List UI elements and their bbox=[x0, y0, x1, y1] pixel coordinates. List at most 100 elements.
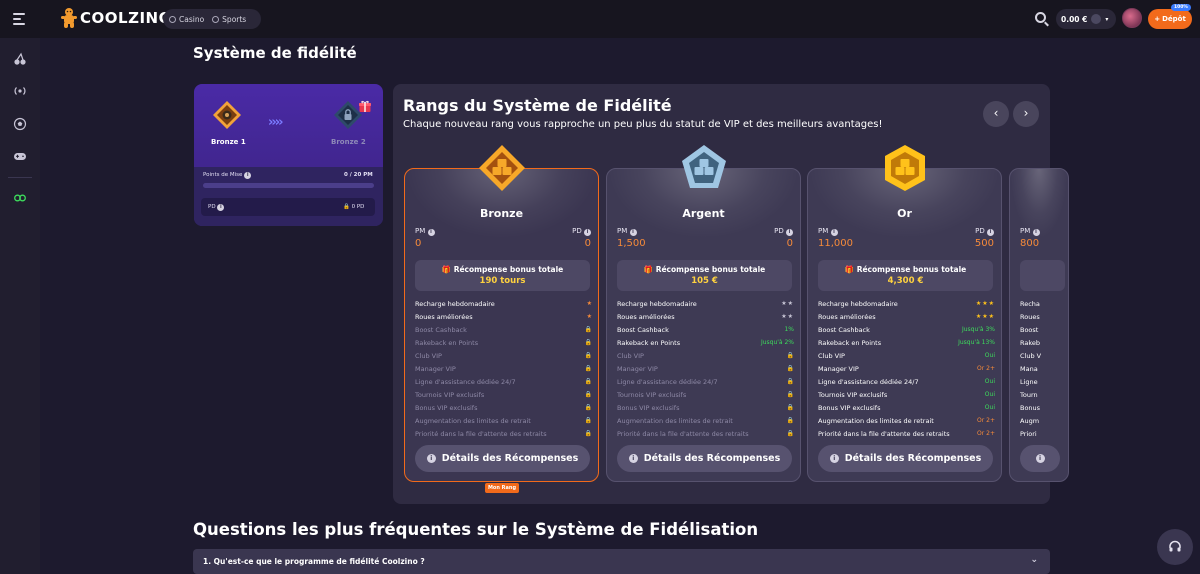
logo[interactable]: COOLZINO bbox=[60, 7, 172, 29]
search-icon[interactable] bbox=[1035, 12, 1046, 23]
info-icon[interactable]: i bbox=[427, 229, 435, 236]
feature-row: Club VIP 🔒 bbox=[415, 352, 592, 360]
feature-label: Tournois VIP exclusifs bbox=[818, 391, 888, 399]
feature-label: Priorité dans la file d'attente des retr… bbox=[617, 430, 749, 438]
pd-value-wrap: 🔒 0 PD bbox=[343, 204, 364, 210]
feature-label: Roues améliorées bbox=[617, 313, 675, 321]
reward-box: 🎁 Récompense bonus totale 190 tours bbox=[415, 260, 590, 291]
nav-casino-label: Casino bbox=[179, 14, 205, 24]
avatar[interactable] bbox=[1122, 8, 1142, 28]
feature-row: Priori bbox=[1020, 430, 1060, 438]
chevron-down-icon: ▾ bbox=[1105, 15, 1109, 23]
feature-label: Club VIP bbox=[617, 352, 644, 360]
reward-value: 190 tours bbox=[479, 276, 526, 286]
progress-arrows-icon: ›››› bbox=[268, 115, 284, 130]
reward-label: 🎁 Récompense bonus totale bbox=[643, 265, 766, 274]
feature-label: Roues améliorées bbox=[818, 313, 876, 321]
feature-label: Recha bbox=[1020, 300, 1040, 308]
next-arrow-button[interactable]: › bbox=[1013, 101, 1039, 127]
info-icon[interactable]: i bbox=[629, 229, 637, 236]
reward-details-button[interactable]: i bbox=[1020, 445, 1060, 472]
live-icon[interactable] bbox=[13, 84, 27, 98]
feature-label: Club VIP bbox=[818, 352, 845, 360]
star-icon: ★★ bbox=[781, 313, 794, 320]
feature-label: Ligne d'assistance dédiée 24/7 bbox=[415, 378, 516, 386]
feature-label: Boost Cashback bbox=[415, 326, 467, 334]
sidebar-divider bbox=[8, 177, 32, 178]
info-icon: i bbox=[829, 454, 839, 463]
feature-row: Ligne bbox=[1020, 378, 1060, 386]
info-icon[interactable]: i bbox=[244, 172, 252, 179]
feature-row: Recharge hebdomadaire ★★★ bbox=[818, 300, 995, 308]
feature-row: Rakeback en Points 🔒 bbox=[415, 339, 592, 347]
lock-icon: 🔒 bbox=[584, 417, 592, 424]
feature-label: Bonus VIP exclusifs bbox=[415, 404, 478, 412]
faq-item[interactable]: 1. Qu'est-ce que le programme de fidélit… bbox=[193, 549, 1050, 574]
balance-selector[interactable]: 0.00 € ▾ bbox=[1056, 9, 1116, 29]
feature-label: Manager VIP bbox=[617, 365, 658, 373]
feature-label: Ligne d'assistance dédiée 24/7 bbox=[818, 378, 919, 386]
info-icon[interactable]: i bbox=[584, 229, 591, 236]
gamepad-icon[interactable] bbox=[13, 149, 27, 163]
tier-name: Bronze bbox=[479, 207, 524, 220]
ranks-subtitle: Chaque nouveau rang vous rapproche un pe… bbox=[403, 119, 883, 130]
feature-row: Rakeback en Points Jusqu'à 13% bbox=[818, 339, 995, 347]
star-icon: ★★ bbox=[781, 300, 794, 307]
feature-value: Or 2+ bbox=[977, 417, 995, 424]
feature-label: Rakeback en Points bbox=[415, 339, 479, 347]
feature-row: Recharge hebdomadaire ★★ bbox=[617, 300, 794, 308]
lock-icon: 🔒 bbox=[786, 352, 794, 359]
info-icon[interactable]: i bbox=[1032, 229, 1040, 236]
feature-value: Or 2+ bbox=[977, 430, 995, 437]
balance-value: 0.00 € bbox=[1061, 14, 1088, 24]
reward-details-label: Détails des Récompenses bbox=[441, 453, 579, 464]
support-chat-button[interactable] bbox=[1157, 529, 1193, 565]
lock-icon: 🔒 bbox=[786, 404, 794, 411]
deposit-bonus-badge: 100% bbox=[1171, 4, 1191, 11]
deposit-button[interactable]: + Dépôt bbox=[1148, 9, 1192, 29]
info-icon[interactable]: i bbox=[830, 229, 838, 236]
feature-label: Recharge hebdomadaire bbox=[415, 300, 495, 308]
promo-icon[interactable] bbox=[13, 190, 27, 204]
info-icon[interactable]: i bbox=[786, 229, 793, 236]
ball-icon bbox=[212, 15, 220, 23]
info-icon[interactable]: i bbox=[987, 229, 994, 236]
reward-label: 🎁 Récompense bonus totale bbox=[844, 265, 967, 274]
lock-icon: 🔒 bbox=[584, 404, 592, 411]
prev-arrow-button[interactable]: ‹ bbox=[983, 101, 1009, 127]
gingerbread-logo-icon bbox=[61, 8, 77, 28]
reward-details-button[interactable]: i Détails des Récompenses bbox=[818, 445, 993, 472]
tier-card-0: Bronze PM i 0 PD i 0 🎁 Récompense bonus total… bbox=[404, 145, 599, 482]
feature-row: Club VIP 🔒 bbox=[617, 352, 794, 360]
tier-card-1: Argent PM i 1,500 PD i 0 🎁 Récompense bonus t… bbox=[606, 145, 801, 482]
feature-row: Manager VIP 🔒 bbox=[617, 365, 794, 373]
menu-icon[interactable] bbox=[13, 13, 25, 28]
info-icon[interactable]: i bbox=[217, 204, 225, 211]
feature-value: Oui bbox=[984, 378, 995, 385]
feature-label: Tournois VIP exclusifs bbox=[415, 391, 485, 399]
lock-icon: 🔒 bbox=[343, 204, 350, 210]
nav-sports-label: Sports bbox=[222, 14, 247, 24]
pm-label: PM i bbox=[818, 227, 838, 236]
feature-value: Jusqu'à 2% bbox=[760, 339, 794, 346]
feature-label: Priorité dans la file d'attente des retr… bbox=[415, 430, 547, 438]
feature-row: Bonus VIP exclusifs Oui bbox=[818, 404, 995, 412]
feature-label: Bonus VIP exclusifs bbox=[818, 404, 881, 412]
feature-row: Augmentation des limites de retrait Or 2+ bbox=[818, 417, 995, 425]
feature-value: Jusqu'à 13% bbox=[958, 339, 995, 346]
cherries-icon[interactable] bbox=[13, 52, 27, 66]
football-icon[interactable] bbox=[13, 117, 27, 131]
reward-details-button[interactable]: i Détails des Récompenses bbox=[617, 445, 792, 472]
nav-sports[interactable]: Sports bbox=[212, 15, 246, 24]
feature-label: Club VIP bbox=[415, 352, 442, 360]
nav-casino[interactable]: Casino bbox=[169, 15, 204, 24]
pm-label: PM i bbox=[1020, 227, 1040, 236]
reward-details-button[interactable]: i Détails des Récompenses bbox=[415, 445, 590, 472]
feature-row: Manager VIP 🔒 bbox=[415, 365, 592, 373]
points-value: 0 / 20 PM bbox=[344, 172, 373, 178]
feature-row: Boost Cashback 🔒 bbox=[415, 326, 592, 334]
feature-row: Bonus VIP exclusifs 🔒 bbox=[415, 404, 592, 412]
ranks-title: Rangs du Système de Fidélité bbox=[403, 96, 672, 115]
points-label: Points de Mise i bbox=[203, 172, 252, 179]
feature-label: Bonus bbox=[1020, 404, 1041, 412]
